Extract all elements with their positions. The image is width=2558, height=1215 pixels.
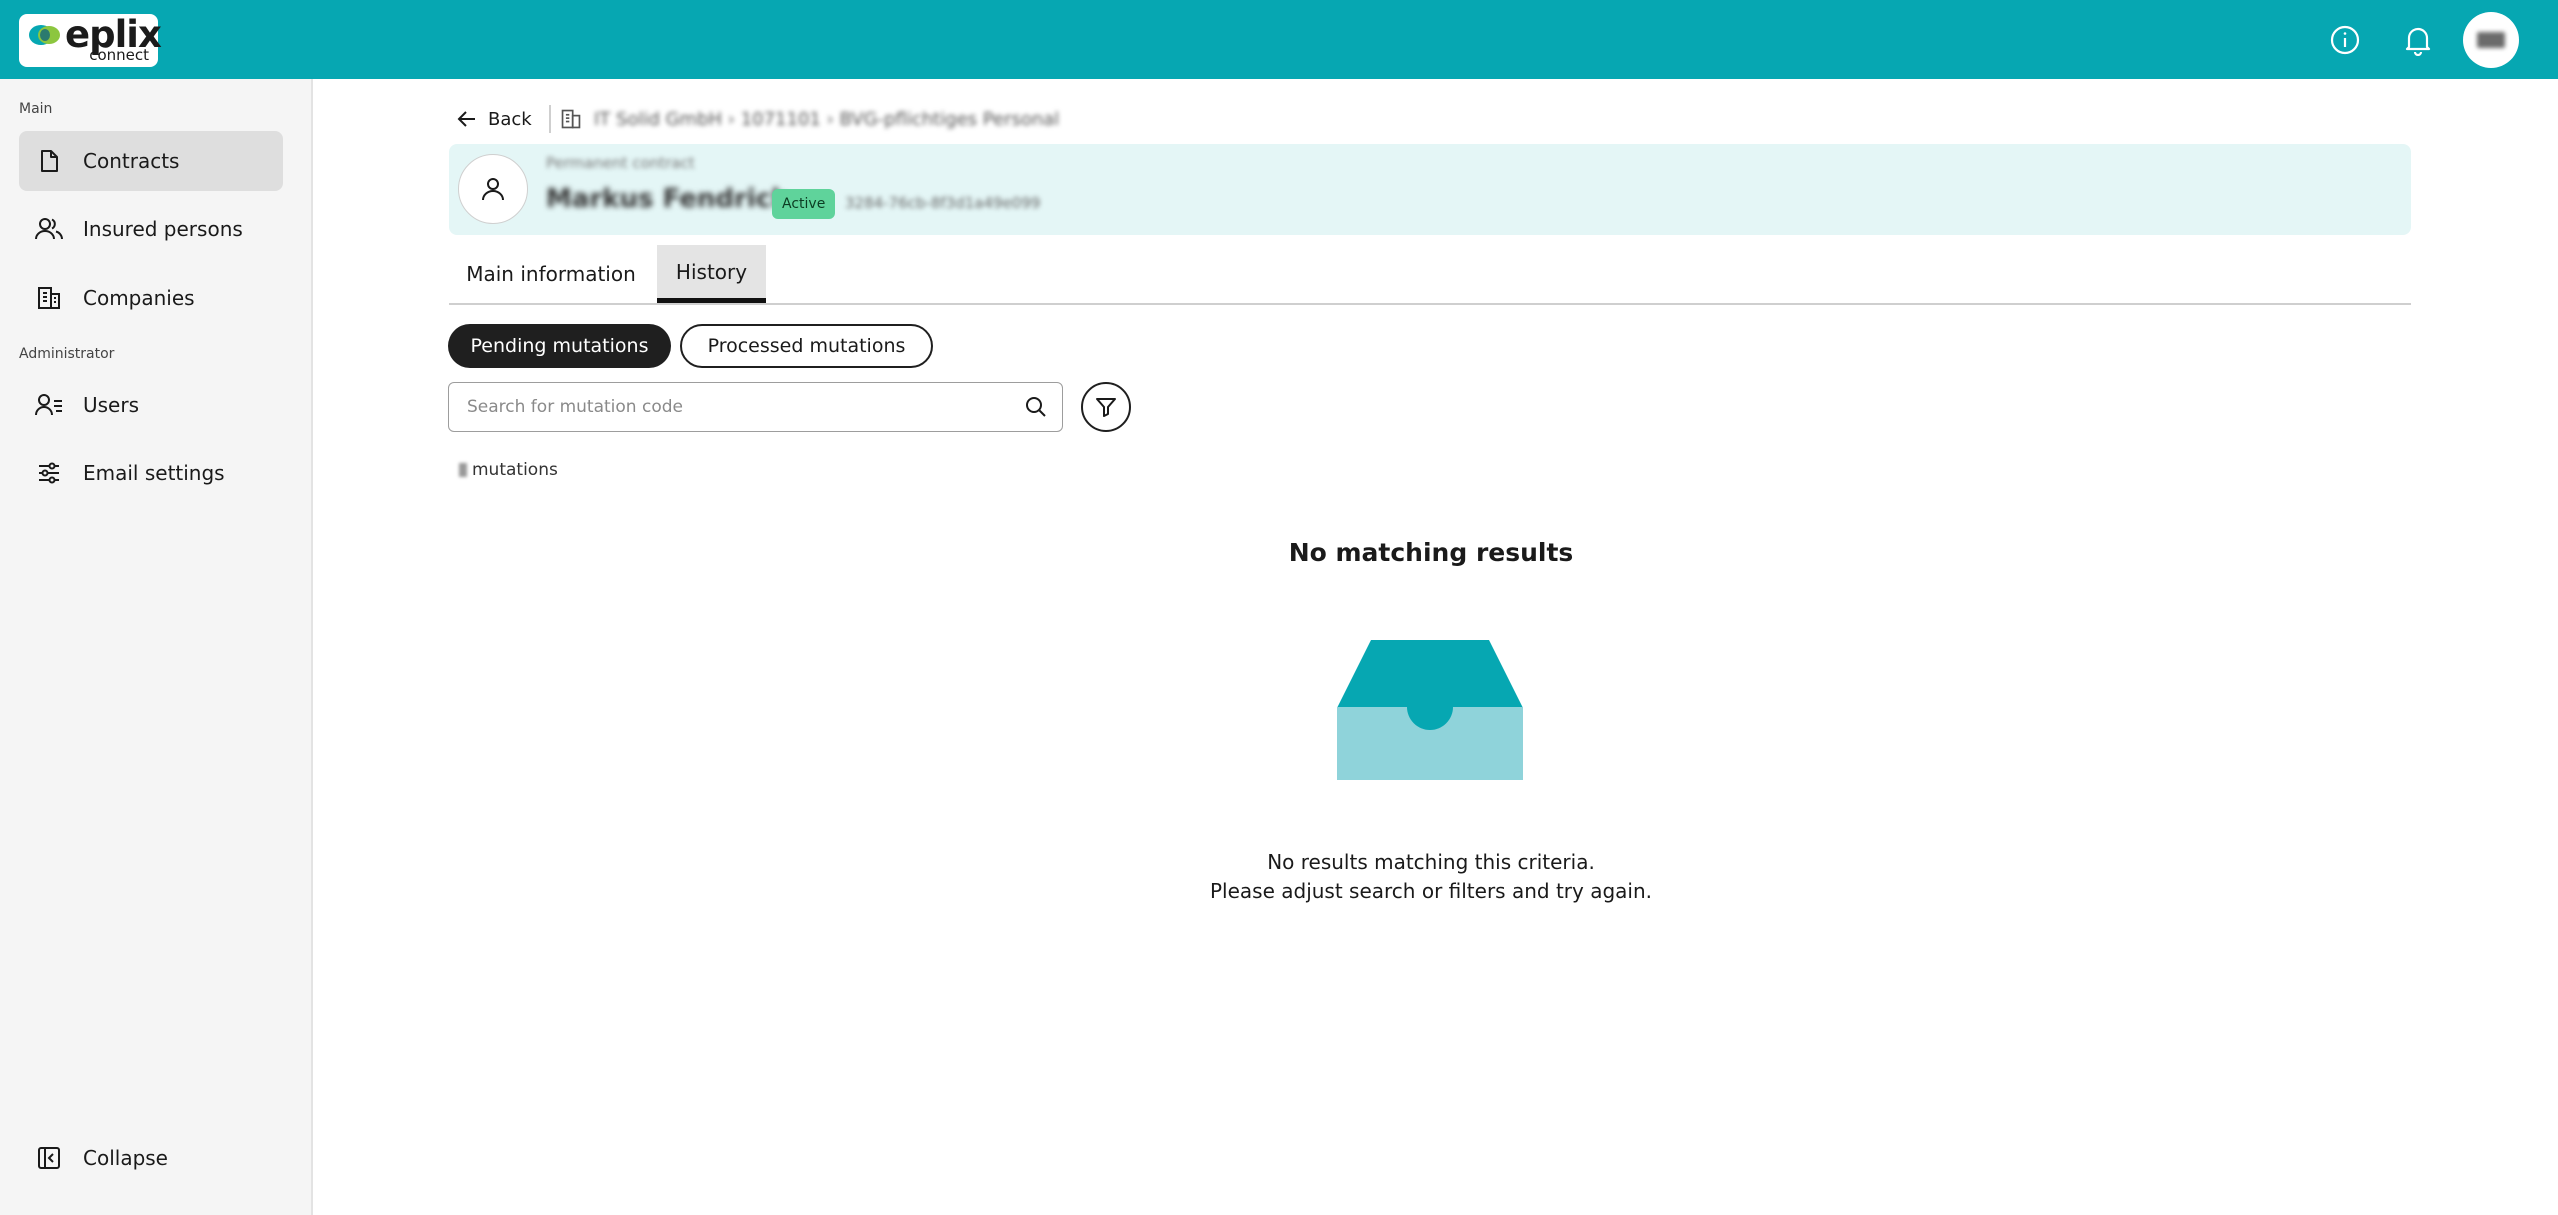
search-icon[interactable] <box>1024 395 1048 419</box>
person-id: 3284-76cb-8f3d1a49e099 <box>845 194 1041 212</box>
person-avatar <box>458 154 528 224</box>
back-label: Back <box>488 108 532 130</box>
tab-main-information[interactable]: Main information <box>449 245 653 303</box>
empty-state-title: No matching results <box>1288 538 1574 567</box>
user-list-icon <box>34 390 64 420</box>
sidebar-section-main: Main <box>19 101 53 117</box>
person-icon <box>482 178 504 201</box>
collapse-label: Collapse <box>83 1146 168 1170</box>
logo-subtext: connect <box>89 46 149 64</box>
pending-mutations-button[interactable]: Pending mutations <box>448 324 671 368</box>
person-header-card: Permanent contract Markus Fendrich Activ… <box>449 144 2411 235</box>
sidebar: Main Contracts Insured persons Companies… <box>0 79 313 1215</box>
back-button[interactable]: Back <box>456 104 532 134</box>
sidebar-item-label: Contracts <box>83 149 180 173</box>
collapse-icon <box>34 1143 64 1173</box>
avatar-initials <box>2477 32 2505 48</box>
sidebar-item-email-settings[interactable]: Email settings <box>19 443 283 503</box>
person-name: Markus Fendrich <box>546 184 790 214</box>
breadcrumb: IT Solid GmbH › 1071101 › BVG-pflichtige… <box>560 104 1059 134</box>
sidebar-item-label: Companies <box>83 286 195 310</box>
sliders-icon <box>34 458 64 488</box>
breadcrumb-divider <box>549 105 551 133</box>
empty-state-message: No results matching this criteria. Pleas… <box>1031 848 1831 906</box>
people-icon <box>34 214 64 244</box>
logo-mark-icon <box>29 25 60 45</box>
empty-state-line-1: No results matching this criteria. <box>1267 850 1595 874</box>
result-count-label: mutations <box>472 460 558 480</box>
sidebar-item-users[interactable]: Users <box>19 375 283 435</box>
filter-button[interactable] <box>1081 382 1131 432</box>
arrow-left-icon <box>457 111 475 127</box>
info-icon[interactable] <box>2325 20 2365 60</box>
sidebar-item-label: Users <box>83 393 140 417</box>
tab-bar: Main information History <box>449 245 2411 305</box>
sidebar-item-label: Insured persons <box>83 217 243 241</box>
breadcrumb-path[interactable]: IT Solid GmbH › 1071101 › BVG-pflichtige… <box>594 109 1059 130</box>
building-icon <box>34 283 64 313</box>
processed-mutations-button[interactable]: Processed mutations <box>680 324 933 368</box>
tab-history[interactable]: History <box>657 245 766 303</box>
filter-icon <box>1096 398 1116 417</box>
status-badge: Active <box>772 189 836 219</box>
contract-type: Permanent contract <box>546 154 695 172</box>
sidebar-item-contracts[interactable]: Contracts <box>19 131 283 191</box>
sidebar-section-administrator: Administrator <box>19 346 115 362</box>
building-icon <box>561 109 581 129</box>
result-count-number <box>459 463 467 477</box>
sidebar-item-insured-persons[interactable]: Insured persons <box>19 199 283 259</box>
empty-state-line-2: Please adjust search or filters and try … <box>1209 879 1652 903</box>
bell-icon[interactable] <box>2398 20 2438 60</box>
search-input[interactable] <box>467 383 1007 431</box>
app-logo[interactable]: eplix connect <box>19 14 162 67</box>
sidebar-item-companies[interactable]: Companies <box>19 268 283 328</box>
user-avatar[interactable] <box>2463 12 2519 68</box>
result-count: mutations <box>459 460 558 480</box>
top-bar: eplix connect <box>0 0 2558 79</box>
search-box <box>448 382 1063 432</box>
sidebar-collapse-button[interactable]: Collapse <box>19 1128 283 1188</box>
empty-inbox-icon <box>1337 640 1523 780</box>
sidebar-item-label: Email settings <box>83 461 225 485</box>
document-icon <box>34 146 64 176</box>
